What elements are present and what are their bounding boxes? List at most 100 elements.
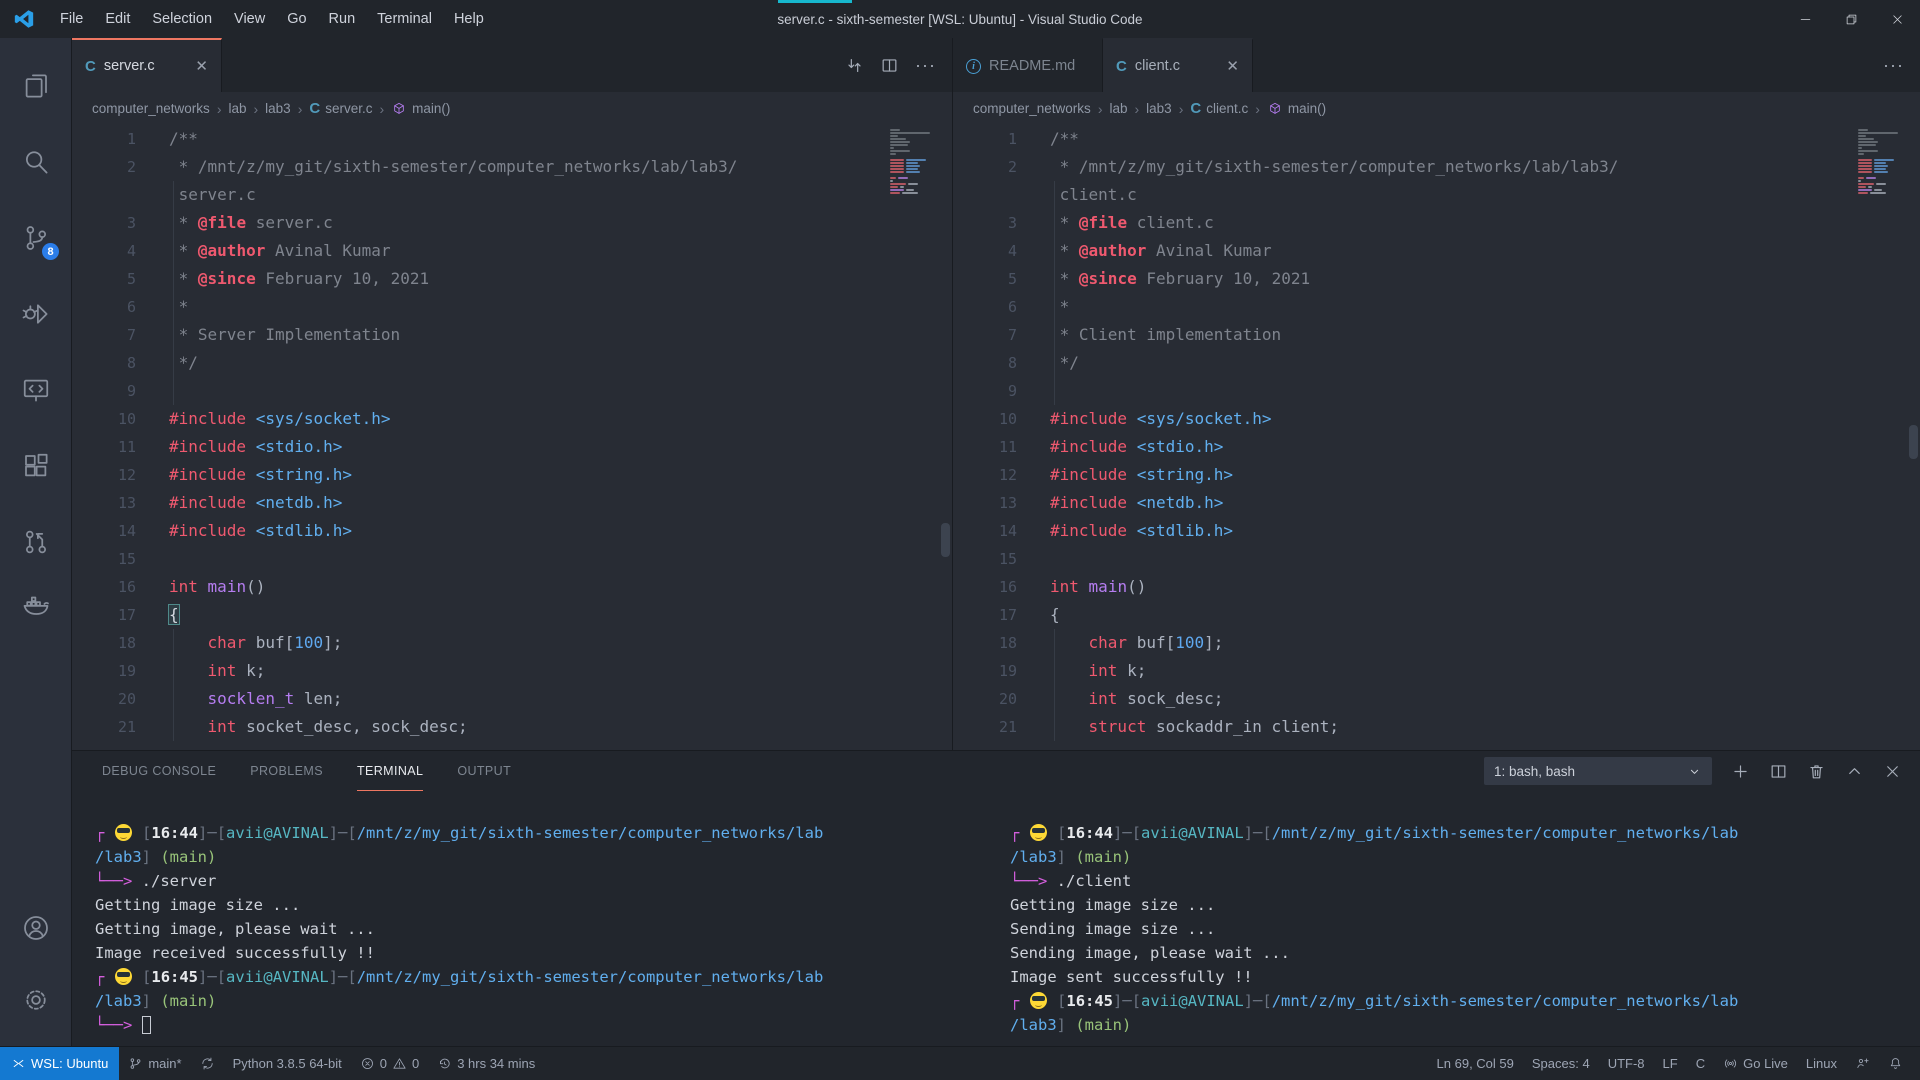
- breadcrumb-item-lab3[interactable]: lab3: [1146, 101, 1172, 116]
- menu-item-help[interactable]: Help: [443, 0, 495, 38]
- status-item-os[interactable]: Linux: [1797, 1047, 1846, 1080]
- panel-tab-terminal[interactable]: TERMINAL: [357, 751, 423, 791]
- activity-item-settings[interactable]: [0, 964, 71, 1036]
- minimap-token: [906, 168, 918, 170]
- minimize-button[interactable]: [1782, 0, 1828, 38]
- kill-terminal-icon[interactable]: [1807, 762, 1826, 781]
- close-panel-icon[interactable]: [1883, 762, 1902, 781]
- status-item-python[interactable]: Python 3.8.5 64-bit: [224, 1047, 351, 1080]
- minimap-line: [1858, 192, 1904, 194]
- code-token: [1127, 521, 1137, 540]
- activity-item-github-pr[interactable]: [0, 504, 71, 580]
- terminal-token: ]: [1057, 1016, 1076, 1034]
- code-line: 16int main(): [953, 573, 1920, 601]
- menu-item-go[interactable]: Go: [276, 0, 317, 38]
- activity-item-account[interactable]: [0, 892, 71, 964]
- menu-item-run[interactable]: Run: [318, 0, 367, 38]
- code-token: @author: [1079, 241, 1146, 260]
- minimap-token: [908, 183, 918, 185]
- activity-item-extensions[interactable]: [0, 428, 71, 504]
- breadcrumb-item-serverc[interactable]: Cserver.c: [309, 100, 372, 117]
- terminal-pane-left[interactable]: ┌ [16:44]─[avii@AVINAL]─[/mnt/z/my_git/s…: [72, 791, 990, 1046]
- split-terminal-icon[interactable]: [1769, 762, 1788, 781]
- minimap[interactable]: [890, 129, 936, 194]
- status-item-go-live[interactable]: Go Live: [1714, 1047, 1797, 1080]
- breadcrumb-item-computer_networks[interactable]: computer_networks: [92, 101, 210, 116]
- code-editor[interactable]: 1/**2 * /mnt/z/my_git/sixth-semester/com…: [953, 125, 1920, 750]
- status-item-sync[interactable]: [191, 1047, 224, 1080]
- breadcrumb-item-lab3[interactable]: lab3: [265, 101, 291, 116]
- panel-tab-debug-console[interactable]: DEBUG CONSOLE: [102, 751, 216, 791]
- status-item-branch[interactable]: main*: [119, 1047, 190, 1080]
- menu-item-edit[interactable]: Edit: [94, 0, 141, 38]
- more-actions-icon[interactable]: ···: [1883, 55, 1904, 76]
- menu-item-file[interactable]: File: [49, 0, 94, 38]
- split-editor-icon[interactable]: [880, 56, 899, 75]
- maximize-panel-icon[interactable]: [1845, 762, 1864, 781]
- activity-item-remote-explorer[interactable]: [0, 352, 71, 428]
- editor-actions: ···: [845, 38, 952, 92]
- minimap-token: [906, 171, 920, 173]
- more-actions-icon[interactable]: ···: [915, 55, 936, 76]
- status-item-problems[interactable]: 00: [351, 1047, 428, 1080]
- breadcrumb-item-main[interactable]: main(): [391, 101, 450, 117]
- activity-item-source-control[interactable]: 8: [0, 200, 71, 276]
- restore-button[interactable]: [1828, 0, 1874, 38]
- activity-item-explorer[interactable]: [0, 48, 71, 124]
- code-editor[interactable]: 1/**2 * /mnt/z/my_git/sixth-semester/com…: [72, 125, 952, 750]
- breadcrumb-item-main[interactable]: main(): [1267, 101, 1326, 117]
- menu-item-terminal[interactable]: Terminal: [366, 0, 443, 38]
- terminal-token: (main): [1075, 848, 1131, 866]
- sync-icon: [200, 1056, 215, 1071]
- tab-README-md[interactable]: iREADME.md: [953, 38, 1103, 92]
- open-changes-icon[interactable]: [845, 56, 864, 75]
- scrollbar-thumb[interactable]: [941, 523, 950, 557]
- close-tab-icon[interactable]: ✕: [185, 57, 208, 75]
- scrollbar-thumb[interactable]: [1909, 425, 1918, 459]
- new-terminal-icon[interactable]: [1731, 762, 1750, 781]
- activity-item-search[interactable]: [0, 124, 71, 200]
- tab-client-c[interactable]: Cclient.c✕: [1103, 38, 1253, 92]
- terminal-area[interactable]: ┌ [16:44]─[avii@AVINAL]─[/mnt/z/my_git/s…: [72, 791, 1920, 1046]
- status-item-cursor-position[interactable]: Ln 69, Col 59: [1428, 1047, 1523, 1080]
- code-token: <string.h>: [1137, 465, 1233, 484]
- code-token: February 10, 2021: [256, 269, 429, 288]
- minimap[interactable]: [1858, 129, 1904, 194]
- status-item-feedback[interactable]: [1846, 1047, 1879, 1080]
- close-button[interactable]: [1874, 0, 1920, 38]
- menu-item-view[interactable]: View: [223, 0, 276, 38]
- breadcrumb-separator: ›: [1255, 101, 1260, 117]
- panel-tab-output[interactable]: OUTPUT: [457, 751, 511, 791]
- status-item-notifications[interactable]: [1879, 1047, 1912, 1080]
- breadcrumb-item-computer_networks[interactable]: computer_networks: [973, 101, 1091, 116]
- activity-item-run-debug[interactable]: [0, 276, 71, 352]
- status-item-encoding[interactable]: UTF-8: [1599, 1047, 1654, 1080]
- vscode-window: FileEditSelectionViewGoRunTerminalHelp s…: [0, 0, 1920, 1080]
- breadcrumb-item-lab[interactable]: lab: [228, 101, 246, 116]
- menu-item-selection[interactable]: Selection: [141, 0, 223, 38]
- minimap-line: [890, 144, 936, 146]
- code-text: struct sockaddr_in client;: [1017, 713, 1339, 741]
- terminal-token: ]: [142, 992, 161, 1010]
- terminal-pane-right[interactable]: ┌ [16:44]─[avii@AVINAL]─[/mnt/z/my_git/s…: [990, 791, 1920, 1046]
- tab-server-c[interactable]: Cserver.c✕: [72, 38, 222, 92]
- code-token: <stdlib.h>: [256, 521, 352, 540]
- breadcrumb-item-lab[interactable]: lab: [1109, 101, 1127, 116]
- activity-item-docker[interactable]: [0, 580, 71, 628]
- terminal-token: /lab3: [95, 992, 142, 1010]
- status-item-remote[interactable]: WSL: Ubuntu: [0, 1047, 119, 1080]
- line-number: 16: [953, 573, 1017, 601]
- terminal-select[interactable]: 1: bash, bash: [1484, 757, 1712, 785]
- code-token: * /mnt/z/my_git/sixth-semester/computer_…: [1050, 157, 1618, 176]
- code-line: 3 * @file client.c: [953, 209, 1920, 237]
- status-item-time[interactable]: 3 hrs 34 mins: [428, 1047, 544, 1080]
- tab-label: server.c: [104, 58, 155, 74]
- status-item-language[interactable]: C: [1687, 1047, 1714, 1080]
- close-tab-icon[interactable]: ✕: [1216, 57, 1239, 75]
- minimap-token: [890, 147, 894, 149]
- status-item-eol[interactable]: LF: [1654, 1047, 1687, 1080]
- warning-icon: [392, 1056, 407, 1071]
- panel-tab-problems[interactable]: PROBLEMS: [250, 751, 323, 791]
- status-item-indentation[interactable]: Spaces: 4: [1523, 1047, 1599, 1080]
- breadcrumb-item-clientc[interactable]: Cclient.c: [1190, 100, 1248, 117]
